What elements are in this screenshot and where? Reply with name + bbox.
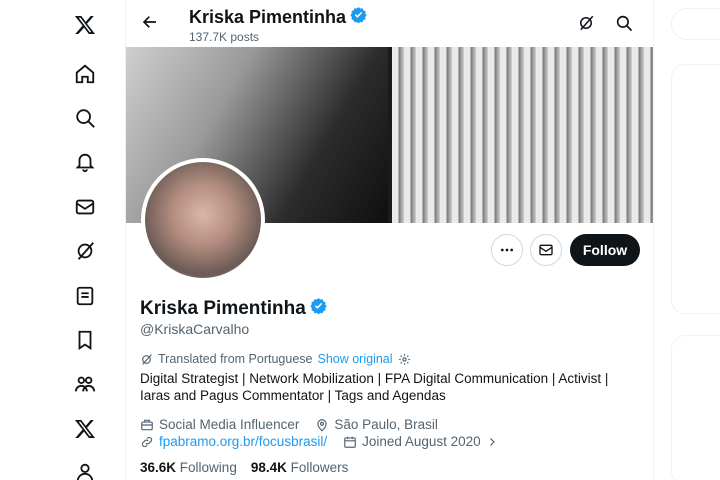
communities-icon[interactable] (65, 364, 105, 404)
more-options-button[interactable] (491, 234, 523, 266)
following-count: 36.6K (140, 460, 177, 475)
followers-count: 98.4K (250, 460, 287, 475)
location-pin-icon (317, 418, 327, 432)
grok-icon (142, 353, 152, 365)
bookmarks-icon[interactable] (65, 320, 105, 360)
home-icon[interactable] (65, 54, 105, 94)
category-item: Social Media Influencer (140, 417, 299, 432)
right-search-box[interactable] (671, 8, 720, 40)
premium-x-icon[interactable] (65, 409, 105, 449)
right-sidebar-panel (671, 64, 720, 314)
banner-photo-right (392, 47, 653, 223)
grok-icon[interactable] (65, 231, 105, 271)
follow-counts: 36.6K Following 98.4K Followers (140, 460, 348, 475)
location-text: São Paulo, Brasil (334, 417, 438, 432)
followers-label: Followers (290, 460, 349, 475)
right-sidebar-panel (671, 335, 720, 480)
verified-badge-icon (350, 6, 367, 28)
envelope-icon (539, 244, 553, 256)
link-icon (141, 436, 153, 447)
profile-handle: @KriskaCarvalho (140, 321, 250, 337)
website-item[interactable]: fpabramo.org.br/focusbrasil/ (140, 434, 327, 449)
joined-text: Joined August 2020 (362, 434, 481, 449)
header-profile-name: Kriska Pimentinha (189, 6, 367, 28)
x-logo-icon[interactable] (65, 5, 105, 45)
profile-meta-row-2: fpabramo.org.br/focusbrasil/ Joined Augu… (140, 434, 498, 449)
grok-icon[interactable] (575, 12, 597, 34)
follow-button[interactable]: Follow (570, 234, 640, 266)
notifications-bell-icon[interactable] (65, 142, 105, 182)
following-link[interactable]: 36.6K Following (140, 460, 237, 475)
profile-icon[interactable] (65, 452, 105, 480)
verified-badge-icon[interactable] (310, 297, 327, 320)
show-original-link[interactable]: Show original (317, 352, 392, 366)
category-text: Social Media Influencer (159, 417, 300, 432)
joined-item[interactable]: Joined August 2020 (343, 434, 498, 449)
profile-bio: Digital Strategist | Network Mobilizatio… (140, 371, 609, 403)
profile-name-text: Kriska Pimentinha (140, 297, 306, 319)
profile-name: Kriska Pimentinha (140, 297, 327, 320)
search-icon[interactable] (65, 98, 105, 138)
profile-main-column: Kriska Pimentinha 137.7K posts Follow Kr… (125, 0, 654, 480)
translation-notice: Translated from Portuguese Show original (140, 352, 411, 366)
avatar-image (145, 162, 261, 278)
briefcase-icon (141, 419, 153, 430)
messages-envelope-icon[interactable] (65, 187, 105, 227)
calendar-icon (344, 436, 356, 448)
left-nav (0, 0, 125, 480)
more-dots-icon (501, 248, 513, 252)
profile-header-bar: Kriska Pimentinha 137.7K posts (126, 0, 653, 47)
header-post-count: 137.7K posts (189, 30, 260, 44)
chevron-right-icon (489, 437, 495, 446)
message-button[interactable] (530, 234, 562, 266)
location-item: São Paulo, Brasil (315, 417, 438, 432)
settings-gear-icon[interactable] (398, 353, 411, 366)
translated-from-text: Translated from Portuguese (158, 352, 313, 366)
profile-meta-row-1: Social Media Influencer São Paulo, Brasi… (140, 417, 438, 432)
header-name-text: Kriska Pimentinha (189, 6, 347, 27)
back-arrow-icon[interactable] (136, 8, 164, 36)
avatar[interactable] (141, 158, 265, 282)
lists-icon[interactable] (65, 276, 105, 316)
followers-link[interactable]: 98.4K Followers (251, 460, 349, 475)
following-label: Following (179, 460, 237, 475)
website-link[interactable]: fpabramo.org.br/focusbrasil/ (159, 434, 327, 449)
search-icon[interactable] (613, 12, 635, 34)
